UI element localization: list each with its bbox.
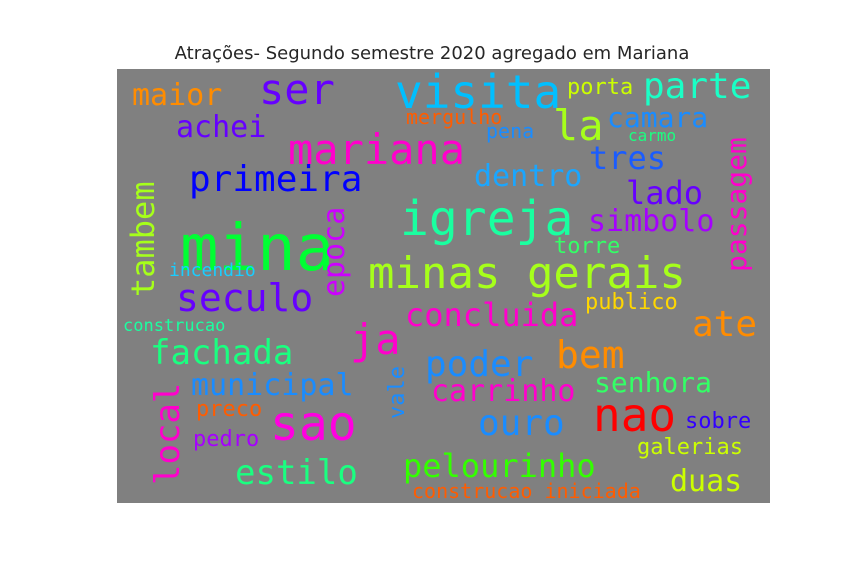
word-igreja: igreja [400, 191, 574, 247]
word-parte: parte [643, 69, 752, 107]
word-seculo: seculo [176, 276, 314, 320]
word-tres: tres [589, 139, 667, 177]
word-porta: porta [567, 75, 634, 100]
word-galerias: galerias [637, 435, 743, 460]
word-estilo: estilo [235, 453, 358, 493]
word-tambem: tambem [124, 181, 162, 297]
word-carmo: carmo [628, 126, 677, 145]
word-publico: publico [585, 290, 678, 315]
word-pelourinho: pelourinho [403, 447, 596, 485]
word-passagem: passagem [720, 137, 753, 272]
word-vale: vale [385, 366, 410, 419]
word-ouro: ouro [478, 403, 565, 444]
word-ser: ser [259, 69, 335, 114]
word-cloud-area: mina minas gerais igreja visita sao nao marian… [117, 69, 770, 503]
word-sobre: sobre [685, 409, 752, 434]
word-incendio: incendio [169, 260, 256, 281]
word-epoca: epoca [317, 206, 352, 297]
word-ja: ja [350, 315, 401, 364]
word-preco: preco [196, 397, 263, 422]
word-sao: sao [270, 396, 357, 452]
word-achei: achei [176, 110, 267, 145]
word-primeira: primeira [189, 159, 363, 200]
word-local: local [148, 382, 188, 485]
word-simbolo: simbolo [588, 204, 715, 239]
word-carrinho: carrinho [431, 374, 576, 409]
word-dentro: dentro [474, 159, 583, 194]
chart-title: Atrações- Segundo semestre 2020 agregado… [174, 43, 690, 64]
word-senhora: senhora [594, 366, 713, 399]
word-maior: maior [132, 78, 223, 113]
word-pedro: pedro [193, 427, 260, 452]
word-concluida: concluida [405, 296, 579, 334]
word-torre: torre [554, 234, 621, 259]
word-duas: duas [670, 464, 743, 499]
word-construcao: construcao [123, 316, 226, 336]
word-pena: pena [486, 119, 535, 143]
word-ate: ate [692, 304, 758, 345]
word-construcao-iniciada: construcao iniciada [412, 479, 641, 503]
word-fachada: fachada [150, 333, 294, 373]
